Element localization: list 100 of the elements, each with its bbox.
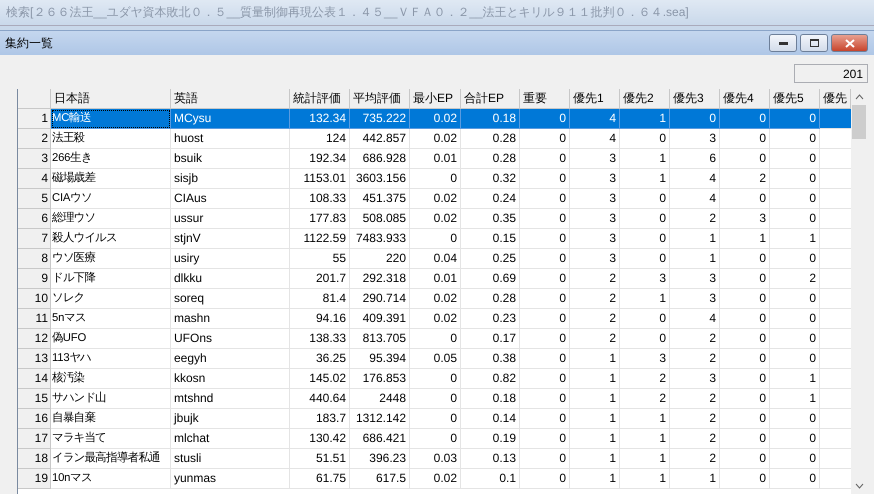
- table-cell: 0: [770, 149, 820, 169]
- table-cell: mtshnd: [171, 389, 290, 409]
- table-cell: 442.857: [350, 129, 410, 149]
- column-header[interactable]: 優先5: [770, 89, 820, 109]
- row-header[interactable]: 16: [18, 409, 51, 429]
- column-header[interactable]: 合計EP: [461, 89, 520, 109]
- table-cell: 0: [770, 169, 820, 189]
- table-cell: 磁場歳差: [51, 169, 171, 189]
- table-cell: 1: [570, 349, 620, 369]
- row-header[interactable]: 6: [18, 209, 51, 229]
- table-cell: bsuik: [171, 149, 290, 169]
- table-cell: soreq: [171, 289, 290, 309]
- table-cell: 0: [620, 249, 670, 269]
- table-cell: 4: [570, 109, 620, 129]
- scrollbar-thumb[interactable]: [852, 105, 866, 139]
- table-cell: 0: [620, 309, 670, 329]
- maximize-button[interactable]: [800, 34, 828, 52]
- table-cell: 0: [770, 469, 820, 489]
- table-cell: 2: [620, 369, 670, 389]
- minimize-button[interactable]: [769, 34, 797, 52]
- table-cell: 3: [720, 209, 770, 229]
- table-cell: 3: [670, 289, 720, 309]
- row-header[interactable]: 14: [18, 369, 51, 389]
- table-cell: 686.421: [350, 429, 410, 449]
- table-cell: 4: [570, 129, 620, 149]
- table-cell: eegyh: [171, 349, 290, 369]
- table-cell: 0: [520, 169, 570, 189]
- row-header[interactable]: 10: [18, 289, 51, 309]
- scroll-up-icon[interactable]: [854, 94, 864, 100]
- table-cell: 113ヤハ: [51, 349, 171, 369]
- table-cell: 0: [720, 249, 770, 269]
- column-header[interactable]: 平均評価: [350, 89, 410, 109]
- table-cell: 0: [720, 269, 770, 289]
- column-header[interactable]: 重要: [520, 89, 570, 109]
- table-cell: [820, 109, 851, 129]
- table-cell: 1312.142: [350, 409, 410, 429]
- table-cell: 0: [410, 389, 461, 409]
- scroll-down-icon[interactable]: [854, 483, 864, 489]
- table-cell: 686.928: [350, 149, 410, 169]
- column-header[interactable]: 統計評価: [290, 89, 350, 109]
- row-header[interactable]: 8: [18, 249, 51, 269]
- table-cell: 4: [670, 169, 720, 189]
- table-cell: 法王殺: [51, 129, 171, 149]
- table-cell: 0: [620, 129, 670, 149]
- column-header[interactable]: 優先2: [620, 89, 670, 109]
- row-header[interactable]: 2: [18, 129, 51, 149]
- row-header[interactable]: 13: [18, 349, 51, 369]
- row-header[interactable]: 5: [18, 189, 51, 209]
- table-cell: 0: [520, 329, 570, 349]
- table-cell: UFOns: [171, 329, 290, 349]
- row-header[interactable]: 15: [18, 389, 51, 409]
- row-header[interactable]: 19: [18, 469, 51, 489]
- table-cell: 0: [520, 469, 570, 489]
- table-cell: 3: [620, 349, 670, 369]
- table-cell: 0: [720, 369, 770, 389]
- column-header[interactable]: 優先3: [670, 89, 720, 109]
- table-cell: stjnV: [171, 229, 290, 249]
- count-field[interactable]: 201: [794, 64, 868, 83]
- row-header[interactable]: 18: [18, 449, 51, 469]
- table-cell: 0: [520, 369, 570, 389]
- row-header[interactable]: 9: [18, 269, 51, 289]
- table-cell: 735.222: [350, 109, 410, 129]
- row-header[interactable]: 12: [18, 329, 51, 349]
- table-cell: 0.25: [461, 249, 520, 269]
- table-cell: 1: [570, 469, 620, 489]
- table-cell: 1: [620, 469, 670, 489]
- table-cell: 3: [570, 189, 620, 209]
- column-header[interactable]: 優先: [820, 89, 851, 109]
- row-header[interactable]: 4: [18, 169, 51, 189]
- row-header[interactable]: 3: [18, 149, 51, 169]
- column-header[interactable]: 最小EP: [410, 89, 461, 109]
- table-cell: 0: [620, 229, 670, 249]
- table-cell: CIAウソ: [51, 189, 171, 209]
- table-cell: 1: [620, 289, 670, 309]
- table-cell: 0: [770, 209, 820, 229]
- table-cell: 1: [720, 229, 770, 249]
- row-header[interactable]: 11: [18, 309, 51, 329]
- column-header[interactable]: 優先1: [570, 89, 620, 109]
- table-cell: 0: [770, 409, 820, 429]
- table-cell: 0.1: [461, 469, 520, 489]
- table-cell: 0: [520, 189, 570, 209]
- table-cell: 0.03: [410, 449, 461, 469]
- table-cell: 0: [720, 389, 770, 409]
- row-header[interactable]: 7: [18, 229, 51, 249]
- table-cell: mlchat: [171, 429, 290, 449]
- table-cell: 0: [770, 349, 820, 369]
- row-header[interactable]: 1: [18, 109, 51, 129]
- table-cell: 0.02: [410, 469, 461, 489]
- close-button[interactable]: [831, 34, 868, 52]
- table-cell: 0.02: [410, 309, 461, 329]
- column-header[interactable]: 日本語: [51, 89, 171, 109]
- column-header[interactable]: 英語: [171, 89, 290, 109]
- row-header[interactable]: 17: [18, 429, 51, 449]
- table-cell: 4: [670, 189, 720, 209]
- table-cell: 0: [620, 329, 670, 349]
- column-header[interactable]: 優先4: [720, 89, 770, 109]
- table-cell: ドル下降: [51, 269, 171, 289]
- table-cell: 409.391: [350, 309, 410, 329]
- table-cell: 5nマス: [51, 309, 171, 329]
- table-cell: 0: [770, 129, 820, 149]
